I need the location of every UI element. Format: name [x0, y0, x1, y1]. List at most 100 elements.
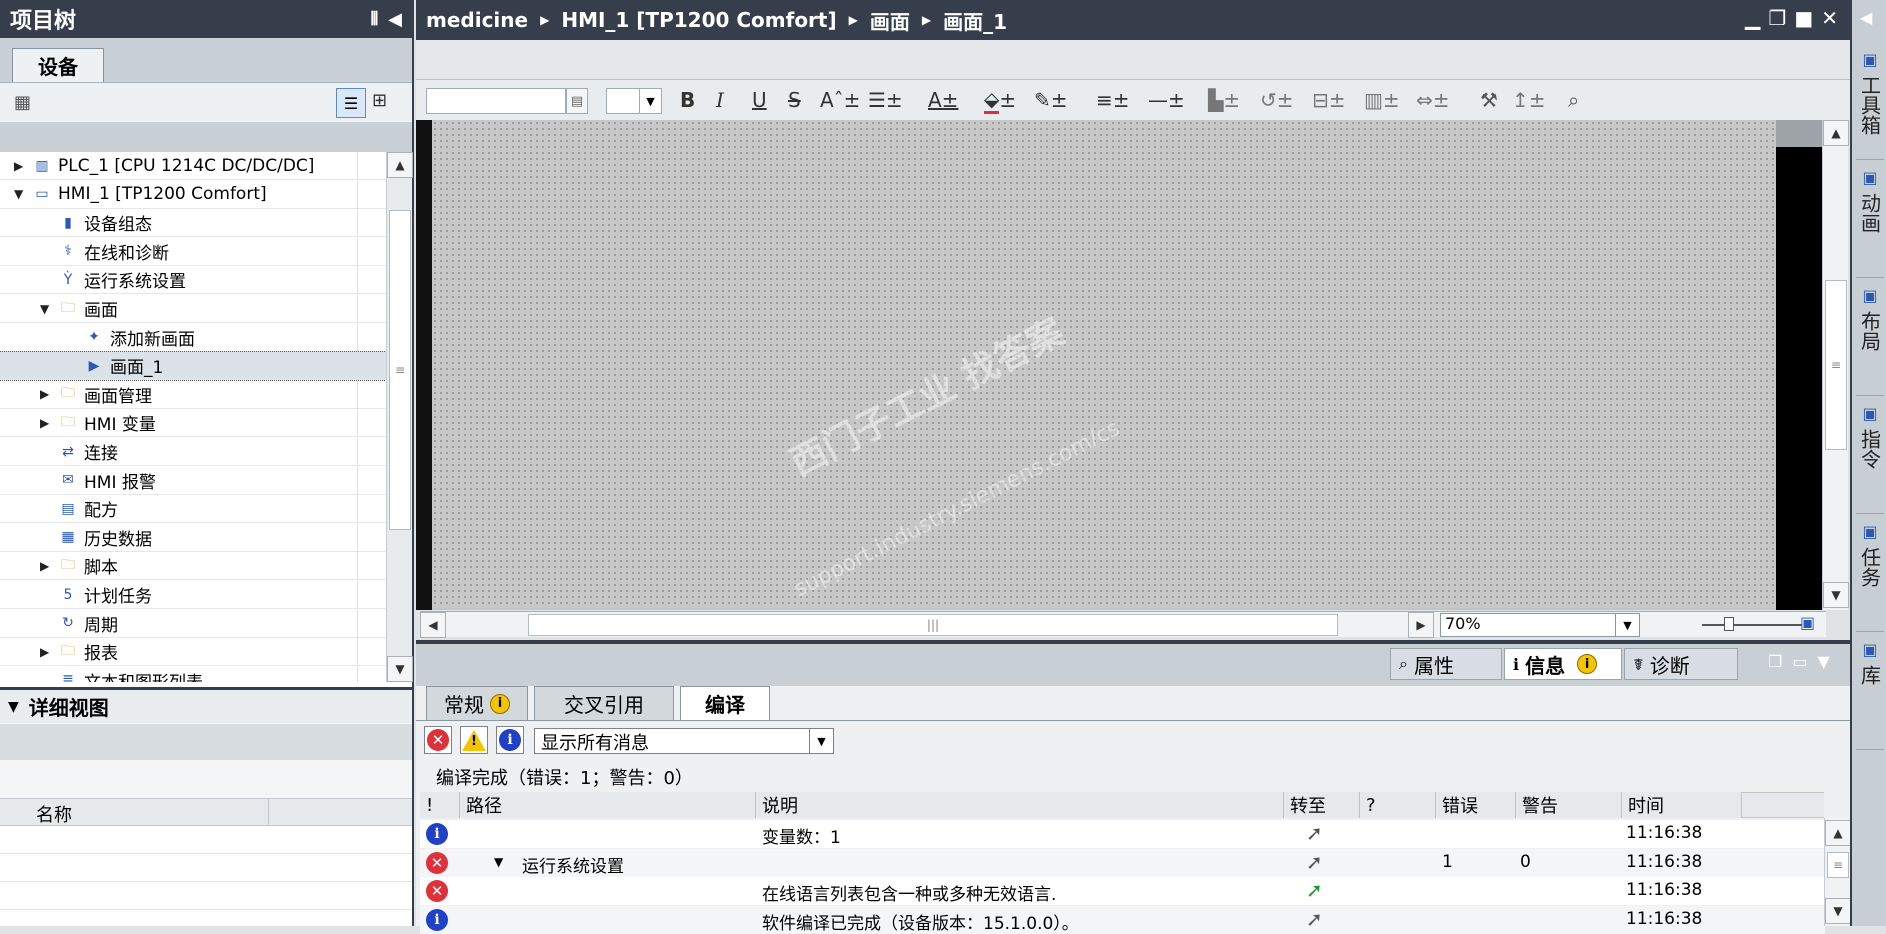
tree-item[interactable]: ↻ 周期 [0, 609, 386, 638]
message-row[interactable]: i 软件编译已完成（设备版本：15.1.0.0）。 11:16:38 ➚ [420, 905, 1825, 934]
format-painter-icon[interactable]: ⚒ [1480, 86, 1498, 114]
filter-warnings-button[interactable]: ! [460, 726, 488, 754]
scroll-up-icon[interactable]: ▲ [387, 152, 413, 178]
task-card-tab[interactable]: ▣ 布局 [1856, 286, 1884, 396]
tab-compile[interactable]: 编译 [680, 686, 770, 720]
show-all-icon[interactable]: ⊞ [372, 90, 387, 111]
breadcrumb-screen[interactable]: 画面_1 [943, 6, 1007, 35]
superscript-icon[interactable]: Aˆ± [820, 86, 860, 114]
line-style-icon[interactable]: —± [1148, 86, 1185, 114]
task-card-tab[interactable]: ▣ 库 [1856, 640, 1884, 750]
tree-item[interactable]: ▦ 历史数据 [0, 523, 386, 552]
breadcrumb-screens[interactable]: 画面 [870, 6, 910, 35]
col-warnings[interactable]: 警告 [1516, 792, 1622, 818]
canvas-vscrollbar[interactable]: ▲ ≡ ▼ [1822, 120, 1849, 610]
detail-view-header[interactable]: ▼ 详细视图 [0, 687, 412, 723]
message-row[interactable]: i 变量数：1 11:16:38 ➚ [420, 820, 1825, 848]
layer-icon[interactable]: ↥± [1512, 86, 1546, 114]
col-goto[interactable]: 转至 [1284, 792, 1360, 818]
tab-general[interactable]: 常规 i [426, 686, 528, 720]
task-card-tab[interactable]: ▣ 任务 [1856, 522, 1884, 632]
col-errors[interactable]: 错误 [1436, 792, 1516, 818]
scroll-left-icon[interactable]: ◀ [420, 612, 446, 638]
line-width-icon[interactable]: ≡± [1096, 86, 1130, 114]
tree-item[interactable]: ▼ 🗀 画面 [0, 295, 386, 323]
italic-icon[interactable]: I [716, 86, 724, 114]
text-align-icon[interactable]: ☰± [868, 86, 903, 114]
maximize-icon[interactable]: ■ [1794, 6, 1813, 30]
expand-arrow-icon[interactable]: ▶ [40, 387, 54, 401]
collapse-right-icon[interactable]: ◀ [1860, 8, 1872, 27]
overview-icon[interactable]: ☰ [336, 88, 366, 118]
filter-info-button[interactable]: i [496, 726, 524, 754]
tree-scroll-thumb[interactable]: ≡ [389, 210, 411, 530]
line-color-icon[interactable]: ✎± [1034, 86, 1068, 114]
tree-item[interactable]: ▤ 配方 [0, 495, 386, 524]
font-picker-icon[interactable]: ▤ [566, 88, 588, 114]
col-path[interactable]: 路径 [460, 792, 756, 818]
message-filter-select[interactable]: 显示所有消息 ▼ [534, 728, 834, 754]
underline-icon[interactable]: U [752, 86, 767, 114]
expand-arrow-icon[interactable]: ▶ [40, 559, 54, 573]
col-time[interactable]: 时间 [1622, 792, 1742, 818]
tree-item[interactable]: ▼ ▭ HMI_1 [TP1200 Comfort] [0, 180, 386, 209]
bold-icon[interactable]: B [680, 86, 695, 114]
task-card-tab[interactable]: ▣ 动画 [1856, 168, 1884, 278]
messages-scrollbar[interactable]: ▲ ≡ ▼ [1824, 818, 1851, 926]
message-row[interactable]: ✕ 在线语言列表包含一种或多种无效语言. 11:16:38 ➚ [420, 877, 1825, 906]
scroll-up-icon[interactable]: ▲ [1825, 820, 1851, 846]
tree-item[interactable]: ▮ 设备组态 [0, 209, 386, 238]
tree-item[interactable]: ▶ 画面_1 [0, 351, 386, 382]
tree-item[interactable]: ▶ 🗀 报表 [0, 638, 386, 667]
tree-item[interactable]: ▶ 🗀 HMI 变量 [0, 409, 386, 438]
expand-arrow-icon[interactable]: ▶ [40, 645, 54, 659]
tree-settings-icon[interactable]: ▦ [14, 92, 31, 113]
scroll-right-icon[interactable]: ▶ [1408, 612, 1434, 638]
tree-item[interactable]: ▶ 🗀 画面管理 [0, 380, 386, 409]
scroll-up-icon[interactable]: ▲ [1823, 120, 1849, 146]
tab-info[interactable]: ℹ 信息 i [1504, 648, 1622, 680]
tab-diagnostics[interactable]: ☤ 诊断 [1624, 648, 1738, 680]
expand-arrow-icon[interactable]: ▶ [40, 416, 54, 430]
tab-cross-reference[interactable]: 交叉引用 [534, 686, 674, 720]
tab-properties[interactable]: ⌕ 属性 [1390, 648, 1502, 680]
tree-scrollbar[interactable]: ▲ ≡ ▼ [386, 152, 413, 682]
breadcrumb-device[interactable]: HMI_1 [TP1200 Comfort] [561, 8, 836, 32]
float-icon[interactable]: ❐ [1768, 652, 1782, 671]
zoom-slider-thumb[interactable] [1724, 617, 1734, 631]
message-row[interactable]: ✕ ▼ 运行系统设置 1 0 11:16:38 ➚ [420, 848, 1825, 877]
tree-item[interactable]: ≣ 文本和图形列表 [0, 666, 386, 682]
fill-color-icon[interactable]: ⬙ ± [984, 86, 1016, 114]
canvas-hscrollbar[interactable]: ◀ ||| ▶ 70% ▼ ▣ [420, 611, 1826, 638]
font-name-select[interactable] [426, 88, 566, 114]
col-help[interactable]: ? [1360, 792, 1436, 818]
minimize-icon[interactable]: ▁ [1745, 6, 1760, 30]
collapse-arrow-icon[interactable]: ▼ [14, 187, 28, 201]
zoom-select[interactable]: 70% ▼ [1440, 613, 1640, 637]
arrange-icon[interactable]: ▙± [1208, 86, 1240, 114]
task-card-tab[interactable]: ▣ 工具箱 [1856, 50, 1884, 160]
tree-item[interactable]: ⇄ 连接 [0, 438, 386, 466]
messages-scroll-thumb[interactable]: ≡ [1827, 852, 1849, 878]
close-icon[interactable]: ✕ [1821, 6, 1838, 30]
expand-arrow-icon[interactable]: ▶ [14, 159, 28, 173]
collapse-arrow-icon[interactable]: ▼ [40, 302, 54, 316]
dock-icon[interactable]: ▭ [1792, 652, 1807, 671]
tree-item[interactable]: ✉ HMI 报警 [0, 466, 386, 495]
align-icon[interactable]: ⊟± [1312, 86, 1346, 114]
goto-arrow-icon[interactable]: ➚ [1306, 878, 1323, 902]
pin-icon[interactable]: ⫴ [371, 9, 379, 30]
zoom-slider[interactable] [1702, 624, 1802, 626]
canvas-vscroll-thumb[interactable]: ≡ [1825, 280, 1847, 450]
rotate-icon[interactable]: ↺± [1260, 86, 1294, 114]
font-size-select[interactable]: ▼ [606, 88, 662, 114]
tree-item[interactable]: Ỳ 运行系统设置 [0, 266, 386, 295]
tree-item[interactable]: 5 计划任务 [0, 581, 386, 609]
tree-item[interactable]: ✦ 添加新画面 [0, 323, 386, 352]
breadcrumb-project[interactable]: medicine [426, 8, 528, 32]
collapse-panel-icon[interactable]: ▼ [1817, 652, 1829, 671]
tree-item[interactable]: ▶ 🗀 脚本 [0, 552, 386, 581]
fit-screen-icon[interactable]: ▣ [1800, 613, 1815, 632]
goto-arrow-icon[interactable]: ➚ [1306, 821, 1323, 845]
canvas-hscroll-thumb[interactable]: ||| [528, 614, 1338, 636]
